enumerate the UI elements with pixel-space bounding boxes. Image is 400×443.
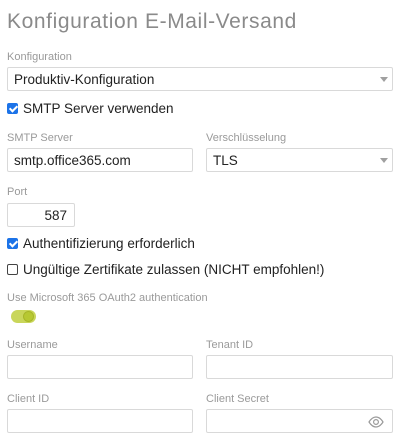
smtp-server-label: SMTP Server <box>7 132 73 144</box>
invalid-certs-label: Ungültige Zertifikate zulassen (NICHT em… <box>23 262 325 277</box>
auth-required-checkbox-row[interactable]: Authentifizierung erforderlich <box>7 236 195 251</box>
tenant-id-label: Tenant ID <box>206 339 254 351</box>
port-input[interactable]: 587 <box>7 203 75 227</box>
smtp-server-value: smtp.office365.com <box>14 153 131 168</box>
smtp-server-input[interactable]: smtp.office365.com <box>7 148 193 172</box>
eye-icon[interactable] <box>368 415 384 432</box>
client-id-input[interactable] <box>7 409 193 433</box>
toggle-knob <box>23 311 34 322</box>
page-title: Konfiguration E-Mail-Versand <box>7 10 297 33</box>
smtp-use-checkbox[interactable] <box>7 103 18 114</box>
smtp-use-checkbox-row[interactable]: SMTP Server verwenden <box>7 101 174 116</box>
client-secret-input[interactable] <box>206 409 393 433</box>
invalid-certs-checkbox-row[interactable]: Ungültige Zertifikate zulassen (NICHT em… <box>7 262 324 277</box>
tenant-id-input[interactable] <box>206 355 393 379</box>
encryption-value: TLS <box>213 153 238 168</box>
oauth-label: Use Microsoft 365 OAuth2 authentication <box>7 292 208 304</box>
username-label: Username <box>7 339 58 351</box>
encryption-select[interactable]: TLS <box>206 148 393 172</box>
username-input[interactable] <box>7 355 193 379</box>
port-value: 587 <box>44 208 67 223</box>
chevron-down-icon <box>380 158 388 163</box>
smtp-use-label: SMTP Server verwenden <box>23 101 174 116</box>
konfiguration-label: Konfiguration <box>7 51 72 63</box>
encryption-label: Verschlüsselung <box>206 132 287 144</box>
port-label: Port <box>7 186 28 198</box>
client-id-label: Client ID <box>7 393 50 405</box>
chevron-down-icon <box>380 77 388 82</box>
oauth-toggle[interactable] <box>11 310 36 323</box>
auth-required-label: Authentifizierung erforderlich <box>23 236 195 251</box>
konfiguration-value: Produktiv-Konfiguration <box>14 72 155 87</box>
invalid-certs-checkbox[interactable] <box>7 264 18 275</box>
auth-required-checkbox[interactable] <box>7 238 18 249</box>
client-secret-label: Client Secret <box>206 393 269 405</box>
konfiguration-select[interactable]: Produktiv-Konfiguration <box>7 67 393 91</box>
